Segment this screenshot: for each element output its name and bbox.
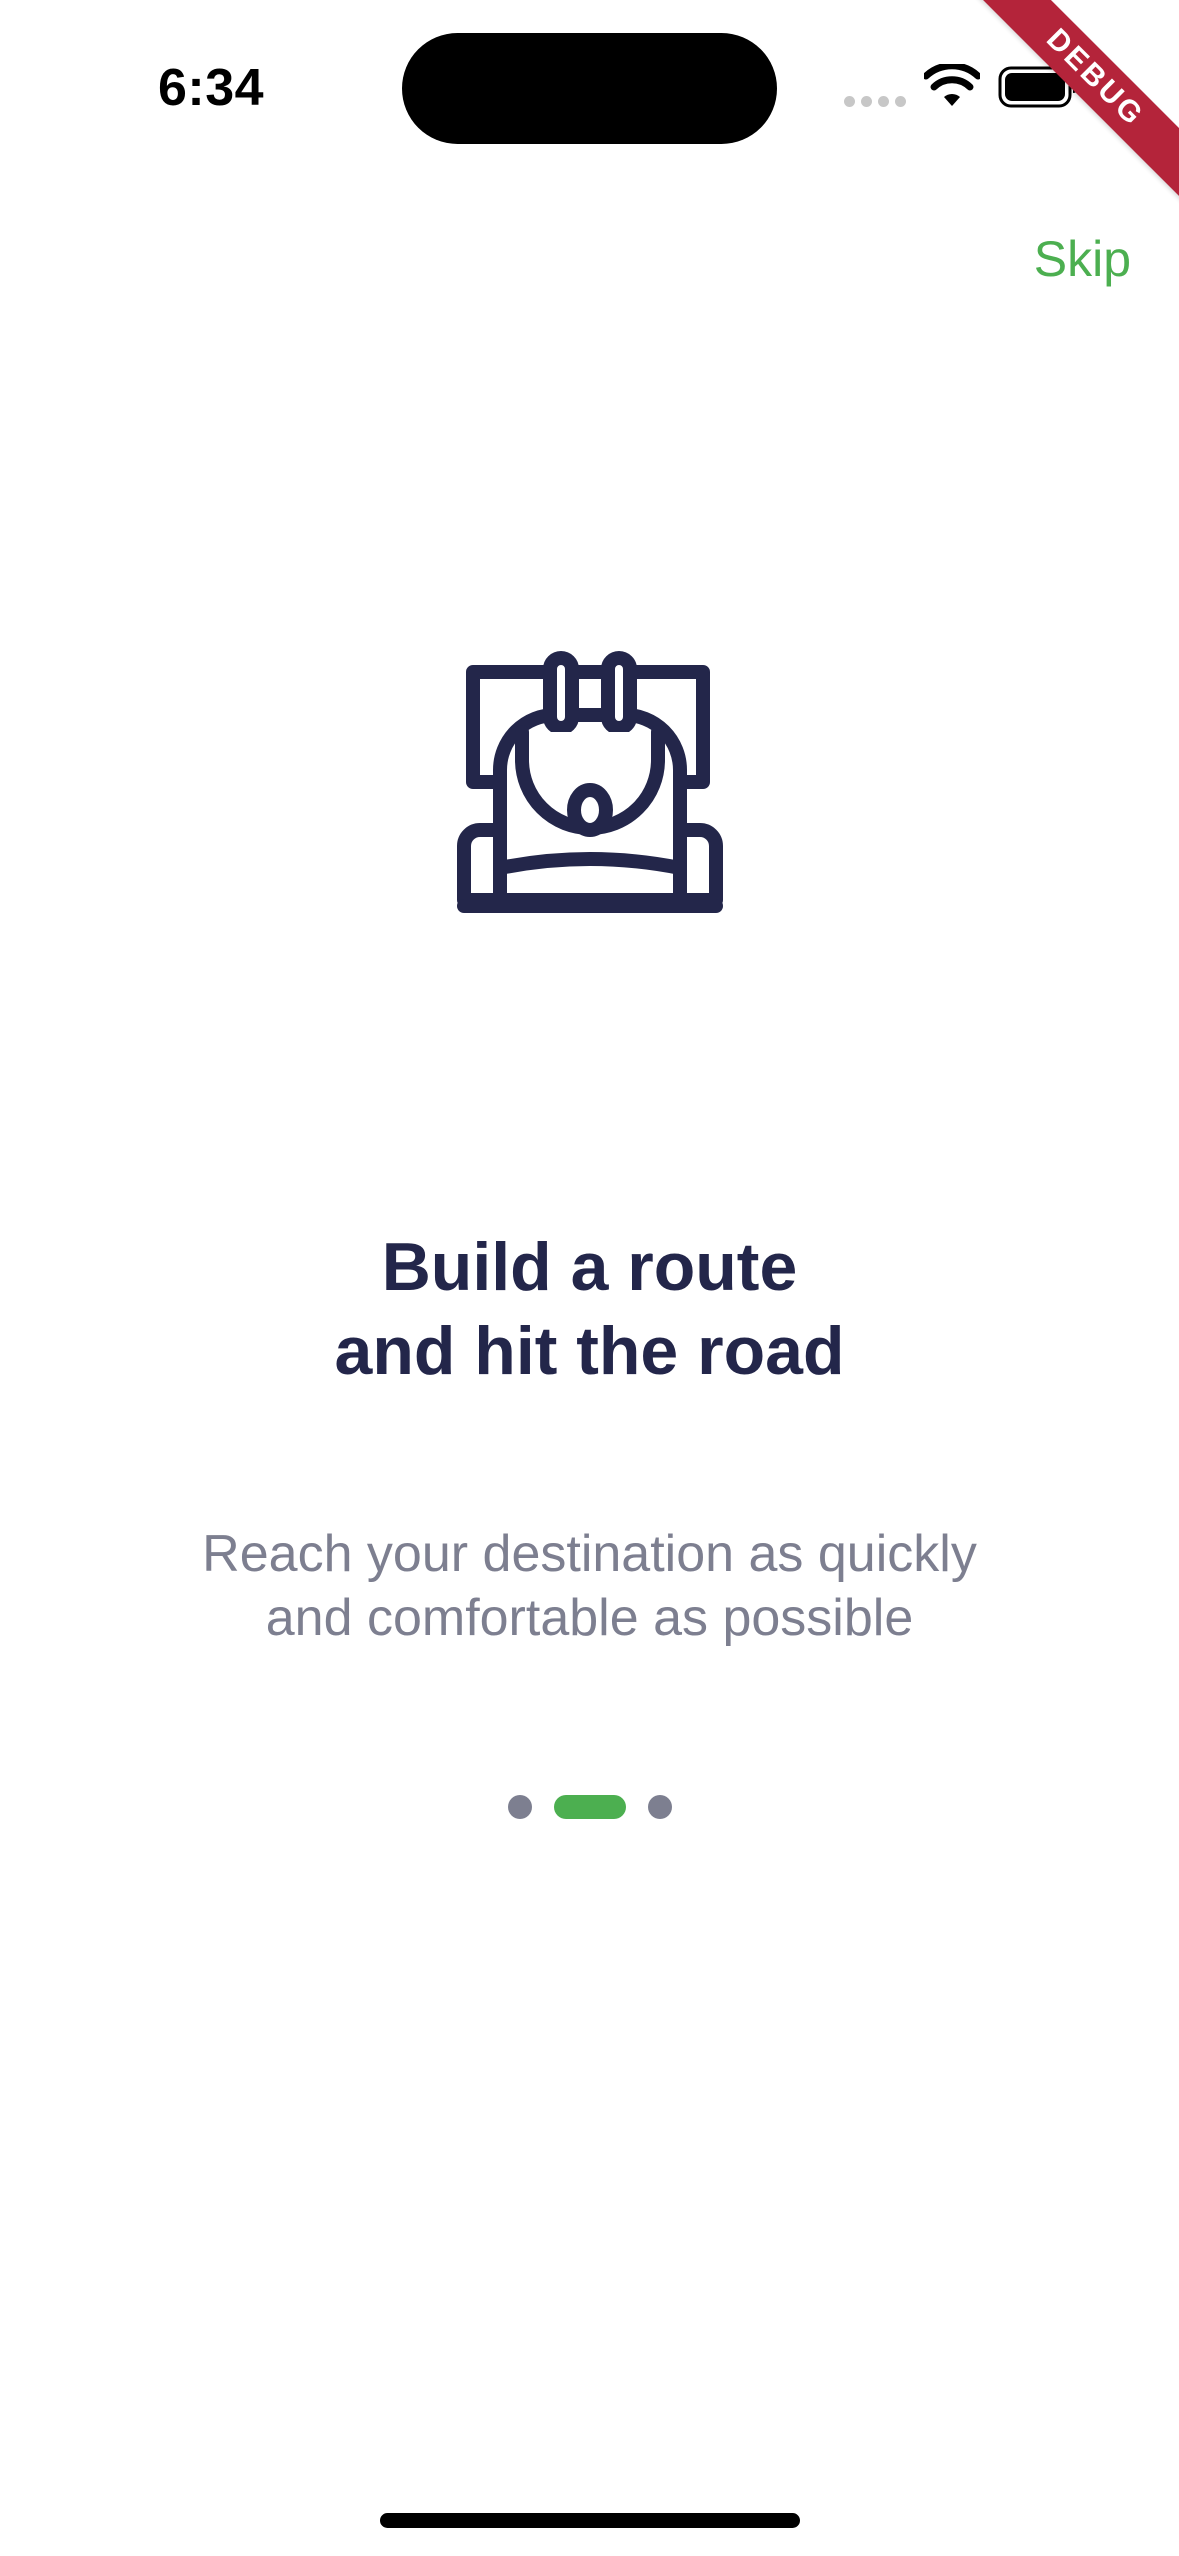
skip-button[interactable]: Skip [1034, 230, 1131, 288]
subtitle-line-2: and comfortable as possible [265, 1589, 914, 1647]
title-line-1: Build a route [381, 1229, 798, 1305]
title-line-2: and hit the road [334, 1313, 845, 1389]
page-dot-3[interactable] [647, 1795, 672, 1819]
cellular-signal-icon [844, 96, 906, 107]
onboarding-subtitle: Reach your destination as quickly and co… [0, 1522, 1179, 1650]
status-bar: 6:34 [0, 0, 1179, 180]
status-time: 6:34 [158, 59, 265, 117]
dynamic-island [402, 33, 777, 144]
wifi-icon [924, 64, 980, 106]
onboarding-title: Build a route and hit the road [0, 1225, 1179, 1393]
page-indicator [0, 1795, 1179, 1819]
page-dot-2-active[interactable] [553, 1795, 626, 1819]
subtitle-line-1: Reach your destination as quickly [202, 1525, 977, 1583]
backpack-icon [457, 651, 723, 913]
page-dot-1[interactable] [507, 1795, 532, 1819]
home-indicator[interactable] [380, 2513, 800, 2528]
